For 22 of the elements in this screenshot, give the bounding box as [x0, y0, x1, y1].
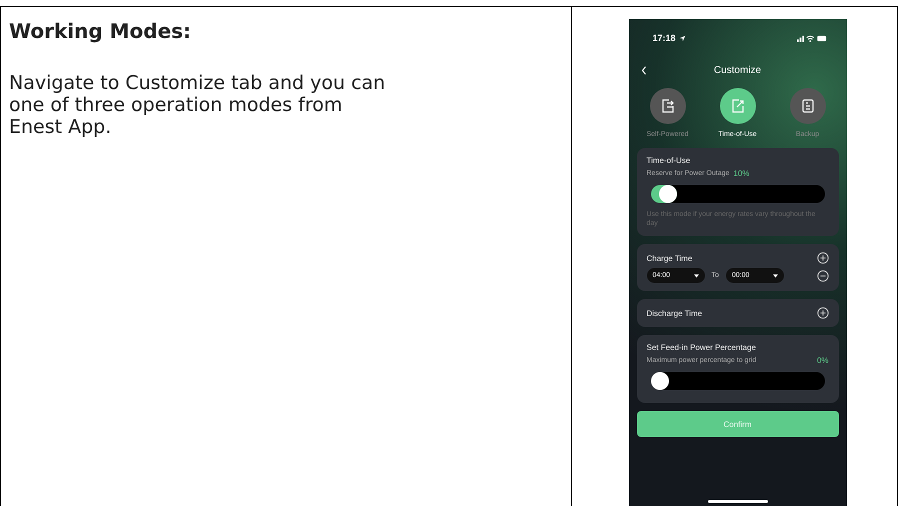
card-title: Charge Time: [646, 254, 692, 263]
card-title: Discharge Time: [646, 308, 702, 318]
add-icon[interactable]: [816, 307, 828, 320]
feed-in-value: 0%: [816, 356, 828, 366]
export-icon: [730, 98, 746, 114]
reserve-value: 10%: [733, 169, 750, 178]
slider-thumb[interactable]: [650, 372, 668, 390]
location-arrow-icon: [678, 34, 686, 42]
back-icon[interactable]: [640, 66, 646, 75]
home-indicator: [708, 500, 768, 503]
status-icons: [796, 34, 826, 42]
caret-icon: [772, 274, 778, 278]
remove-icon[interactable]: [816, 270, 828, 282]
card-title: Set Feed-in Power Percentage: [646, 343, 757, 352]
section-heading: Working Modes:: [9, 19, 192, 43]
caret-icon: [694, 274, 698, 278]
instruction-text: Navigate to Customize tab and you can one of three operation modes from Enest App.: [9, 73, 386, 139]
status-time: 17:18: [652, 33, 676, 43]
export-icon: [660, 98, 676, 114]
card-title: Time-of-Use: [646, 156, 692, 165]
add-icon[interactable]: [816, 252, 828, 264]
screen-title: Customize: [714, 65, 762, 76]
